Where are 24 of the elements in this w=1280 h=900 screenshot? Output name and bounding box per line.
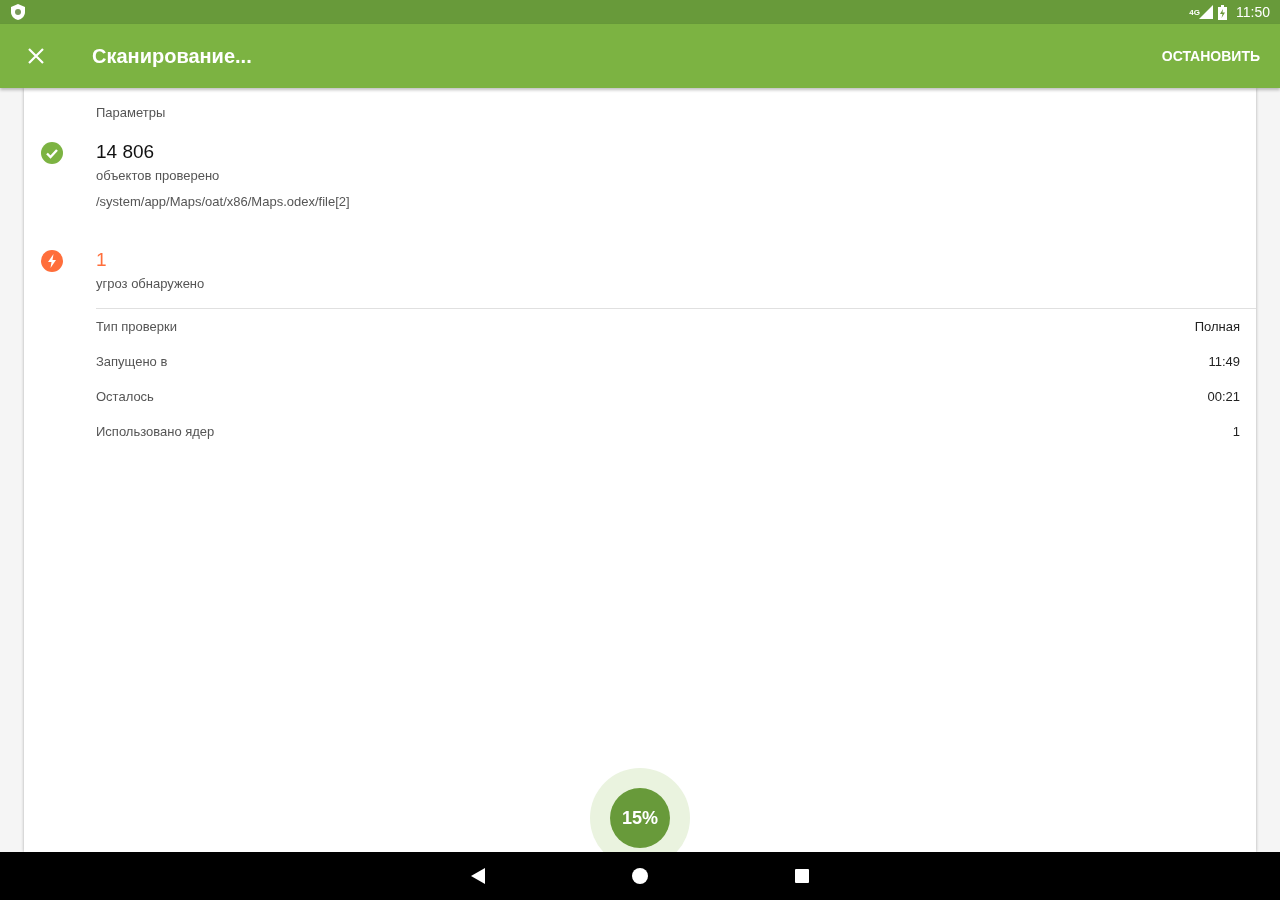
stop-button[interactable]: ОСТАНОВИТЬ [1161, 40, 1260, 72]
detail-label: Использовано ядер [96, 424, 215, 439]
stat-value: 1 [96, 249, 108, 271]
detail-value: 00:21 [1207, 389, 1240, 404]
stat-label: объектов проверено [96, 168, 221, 183]
signal-icon [1199, 5, 1213, 19]
stat-label: угроз обнаружено [96, 276, 205, 291]
detail-value: 11:49 [1208, 354, 1240, 369]
shield-icon [11, 4, 25, 20]
detail-label: Запущено в [96, 354, 168, 369]
home-icon[interactable] [632, 868, 648, 884]
section-title: Параметры [96, 105, 167, 120]
clock-time: 11:50 [1236, 4, 1270, 20]
file-path: /system/app/Maps/oat/x86/Maps.odex/file[2] [96, 194, 350, 209]
battery-charging-icon [1218, 4, 1227, 20]
network-label: 4G [1189, 8, 1200, 17]
detail-value: 1 [1232, 424, 1240, 439]
stat-value: 14 806 [96, 141, 156, 163]
detail-value: Полная [1194, 319, 1240, 334]
detail-label: Осталось [96, 389, 154, 404]
detail-label: Тип проверки [96, 319, 177, 334]
progress-percent: 15% [622, 807, 658, 829]
back-icon[interactable] [471, 868, 485, 884]
screen-title: Сканирование... [92, 44, 253, 68]
